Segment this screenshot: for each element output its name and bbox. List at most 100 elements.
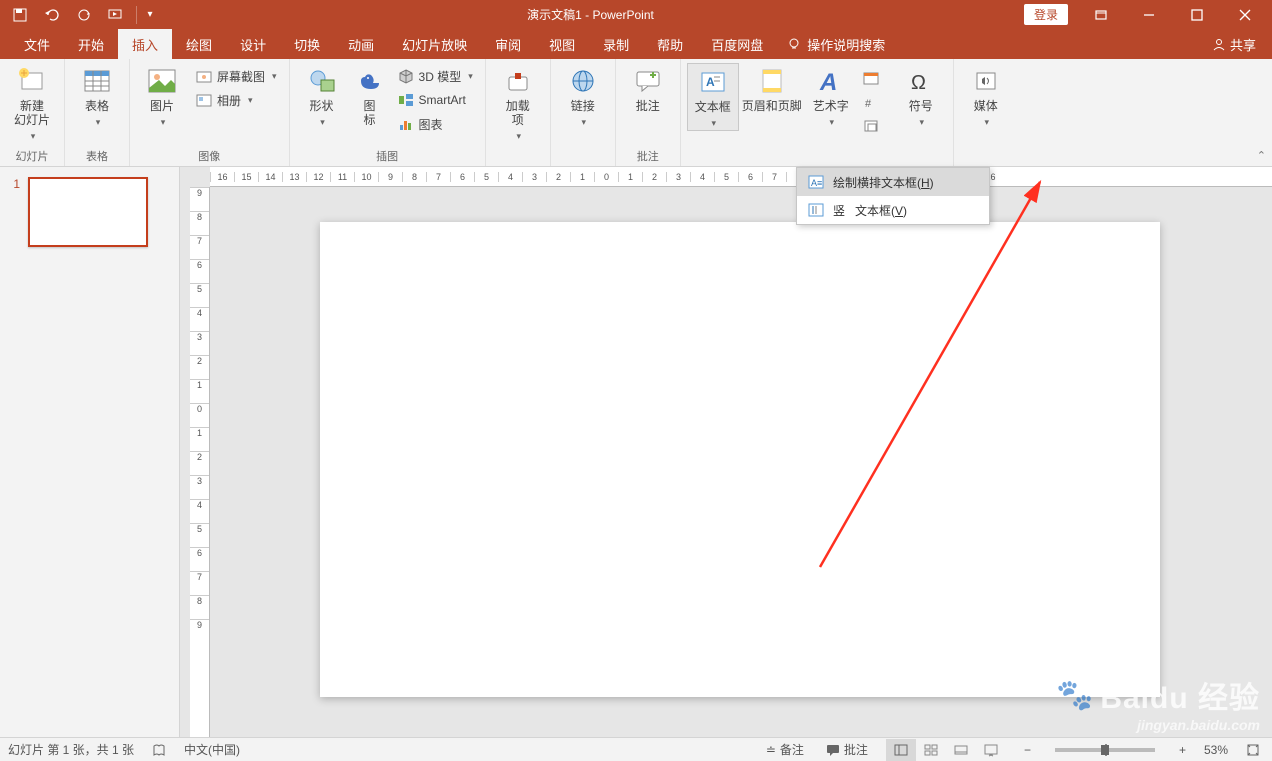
normal-view-button[interactable] [886, 739, 916, 761]
smartart-button[interactable]: SmartArt [392, 89, 479, 111]
notes-button[interactable]: ≐ 备注 [762, 741, 808, 758]
undo-icon[interactable] [38, 3, 66, 27]
sorter-view-button[interactable] [916, 739, 946, 761]
tab-draw[interactable]: 绘图 [172, 29, 226, 59]
object-button[interactable] [859, 115, 883, 137]
slide-thumbnails-pane[interactable]: 1 [0, 167, 180, 737]
zoom-in-button[interactable]: + [1175, 743, 1190, 757]
speaker-icon [970, 65, 1002, 97]
photo-album-button[interactable]: 相册▾ [190, 89, 283, 111]
language-button[interactable]: 中文(中国) [184, 741, 240, 758]
date-time-button[interactable] [859, 67, 883, 89]
group-text: A 文本框▾ 页眉和页脚 A 艺术字▾ # [681, 59, 889, 166]
horizontal-textbox-icon: A≡ [807, 173, 825, 191]
svg-text:Ω: Ω [911, 72, 926, 93]
horizontal-ruler: 1615141312111098765432101234567891011121… [210, 167, 1272, 187]
thumbnail-preview [28, 177, 148, 247]
link-button[interactable]: 链接▾ [557, 63, 609, 129]
comment-small-icon [826, 744, 840, 756]
minimize-icon[interactable] [1126, 1, 1172, 29]
save-icon[interactable] [6, 3, 34, 27]
new-slide-icon [16, 65, 48, 97]
tab-record[interactable]: 录制 [589, 29, 643, 59]
tab-help[interactable]: 帮助 [643, 29, 697, 59]
book-icon [152, 743, 166, 757]
textbox-button[interactable]: A 文本框▾ [687, 63, 739, 131]
chart-button[interactable]: 图表 [392, 113, 479, 135]
slide-editor[interactable]: 1615141312111098765432101234567891011121… [180, 167, 1272, 737]
slide-count[interactable]: 幻灯片 第 1 张，共 1 张 [8, 741, 134, 758]
login-button[interactable]: 登录 [1024, 4, 1068, 25]
group-addins: 加载 项▾ [486, 59, 551, 166]
addins-button[interactable]: 加载 项▾ [492, 63, 544, 143]
new-slide-button[interactable]: 新建 幻灯片▾ [6, 63, 58, 143]
tab-review[interactable]: 审阅 [481, 29, 535, 59]
chart-icon [398, 116, 414, 132]
fit-to-window-button[interactable] [1242, 743, 1264, 757]
horizontal-textbox-item[interactable]: A≡ 绘制横排文本框(H) [797, 168, 989, 196]
ribbon: 新建 幻灯片▾ 幻灯片 表格▾ 表格 图片▾ 屏幕截图▾ 相册▾ 图像 [0, 59, 1272, 167]
tab-baidu[interactable]: 百度网盘 [697, 29, 777, 59]
slideshow-view-button[interactable] [976, 739, 1006, 761]
comments-button[interactable]: 批注 [822, 741, 872, 758]
maximize-icon[interactable] [1174, 1, 1220, 29]
link-icon [567, 65, 599, 97]
zoom-level[interactable]: 53% [1204, 743, 1228, 757]
smartart-icon [398, 92, 414, 108]
slide-thumbnail-1[interactable]: 1 [8, 177, 171, 247]
tab-home[interactable]: 开始 [64, 29, 118, 59]
addin-icon [502, 65, 534, 97]
shapes-icon [306, 65, 338, 97]
icons-button[interactable]: 图 标 [350, 63, 390, 127]
tell-me-search[interactable]: 操作说明搜索 [777, 29, 895, 59]
screenshot-icon [196, 68, 212, 84]
share-button[interactable]: 共享 [1196, 29, 1272, 59]
header-footer-button[interactable]: 页眉和页脚 [741, 63, 803, 113]
title-bar: ▾ 演示文稿1 - PowerPoint 登录 [0, 0, 1272, 29]
close-icon[interactable] [1222, 1, 1268, 29]
slide-canvas[interactable] [320, 222, 1160, 697]
group-tables: 表格▾ 表格 [65, 59, 130, 166]
reading-view-button[interactable] [946, 739, 976, 761]
view-buttons [886, 739, 1006, 761]
tab-animations[interactable]: 动画 [334, 29, 388, 59]
ribbon-tabs: 文件 开始 插入 绘图 设计 切换 动画 幻灯片放映 审阅 视图 录制 帮助 百… [0, 29, 1272, 59]
vertical-textbox-item[interactable]: 竖 文本框(V) [797, 196, 989, 224]
table-icon [81, 65, 113, 97]
comment-button[interactable]: 批注 [622, 63, 674, 113]
number-icon: # [863, 94, 879, 110]
zoom-out-button[interactable]: − [1020, 743, 1035, 757]
zoom-slider[interactable] [1055, 748, 1155, 752]
slideshow-from-start-icon[interactable] [102, 3, 130, 27]
spellcheck-button[interactable] [148, 743, 170, 757]
duck-icon [354, 65, 386, 97]
tab-design[interactable]: 设计 [226, 29, 280, 59]
date-icon [863, 70, 879, 86]
symbols-button[interactable]: Ω 符号▾ [895, 63, 947, 129]
tab-slideshow[interactable]: 幻灯片放映 [388, 29, 481, 59]
tab-file[interactable]: 文件 [10, 29, 64, 59]
table-button[interactable]: 表格▾ [71, 63, 123, 129]
shapes-button[interactable]: 形状▾ [296, 63, 348, 129]
qat-customize-icon[interactable]: ▾ [143, 3, 157, 27]
3d-models-button[interactable]: 3D 模型▾ [392, 65, 479, 87]
ribbon-display-icon[interactable] [1078, 1, 1124, 29]
omega-icon: Ω [905, 65, 937, 97]
collapse-ribbon-icon[interactable]: ⌃ [1257, 149, 1266, 162]
tab-transitions[interactable]: 切换 [280, 29, 334, 59]
header-footer-icon [756, 65, 788, 97]
tab-view[interactable]: 视图 [535, 29, 589, 59]
tab-insert[interactable]: 插入 [118, 29, 172, 59]
redo-icon[interactable] [70, 3, 98, 27]
svg-text:A≡: A≡ [811, 178, 822, 188]
group-slides: 新建 幻灯片▾ 幻灯片 [0, 59, 65, 166]
svg-text:A: A [819, 69, 837, 94]
group-links: 链接▾ [551, 59, 616, 166]
screenshot-button[interactable]: 屏幕截图▾ [190, 65, 283, 87]
media-button[interactable]: 媒体▾ [960, 63, 1012, 129]
wordart-button[interactable]: A 艺术字▾ [805, 63, 857, 129]
pictures-button[interactable]: 图片▾ [136, 63, 188, 129]
lightbulb-icon [787, 37, 801, 51]
slide-number-button[interactable]: # [859, 91, 883, 113]
vertical-ruler: 9876543210123456789 [190, 187, 210, 737]
